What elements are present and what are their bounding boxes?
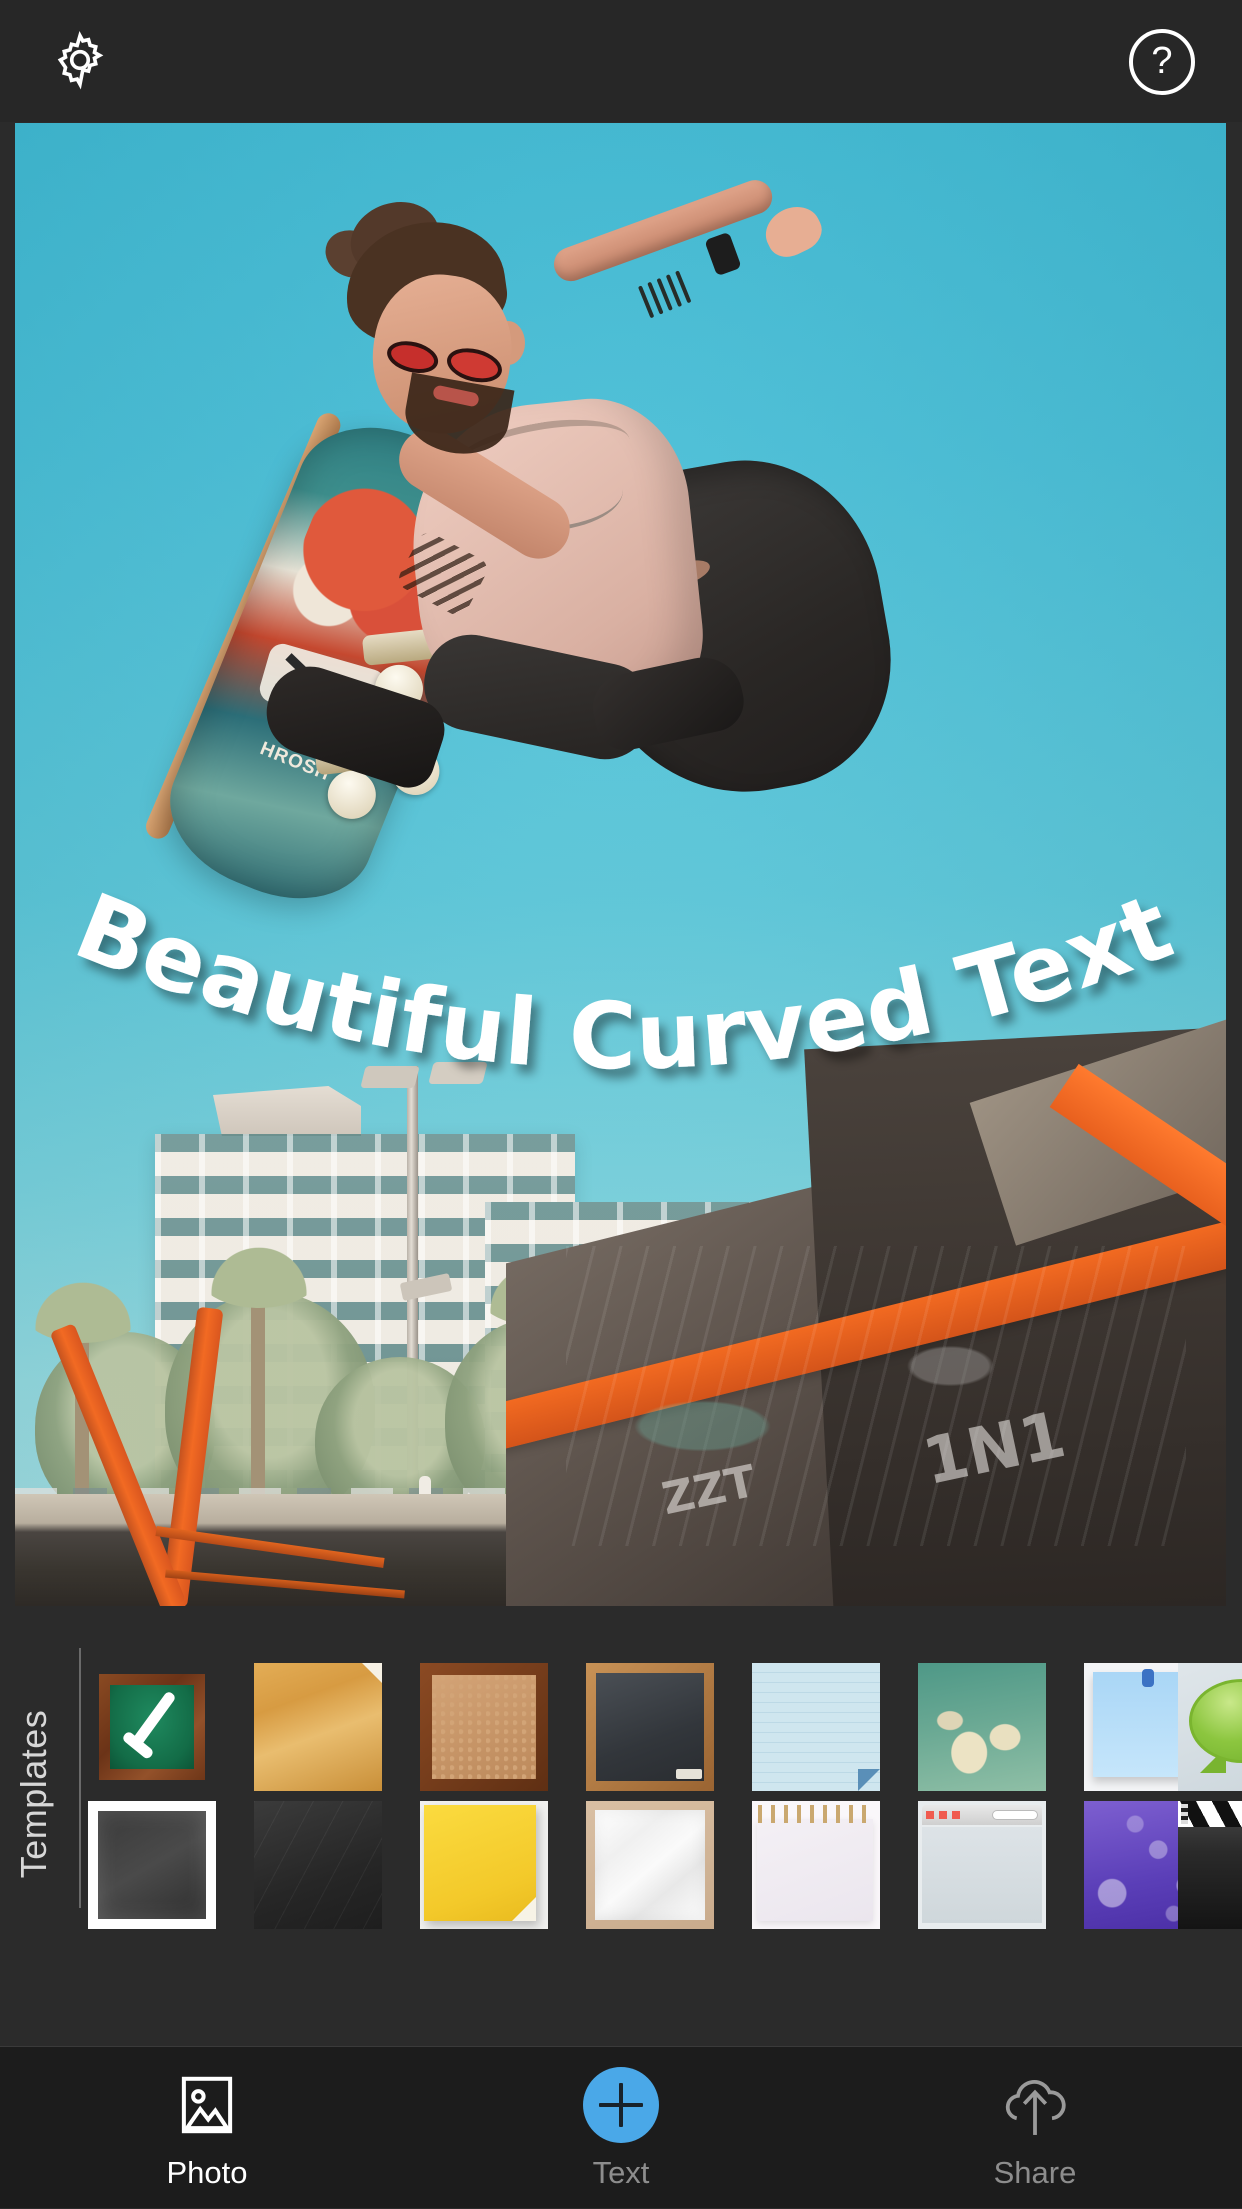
template-thumb-vintage-sky[interactable] xyxy=(918,1663,1046,1791)
skate-ramp: 1N1 ZZT xyxy=(506,1006,1226,1606)
template-thumb-old-gold-parchment[interactable] xyxy=(254,1663,382,1791)
cloud-upload-icon xyxy=(994,2065,1076,2145)
selected-check-icon xyxy=(118,1702,183,1744)
template-thumb-film-clapperboard[interactable] xyxy=(1178,1801,1242,1929)
settings-button[interactable] xyxy=(42,24,118,100)
templates-divider xyxy=(79,1648,81,1908)
template-thumb-speech-bubble[interactable] xyxy=(1178,1663,1242,1791)
bottom-nav-bar: Photo Text Share xyxy=(0,2046,1242,2208)
nav-item-text[interactable]: Text xyxy=(414,2047,828,2209)
template-thumb-black-chalkboard[interactable] xyxy=(586,1663,714,1791)
pin-icon xyxy=(1142,1669,1154,1687)
background-photo: 1N1 ZZT HROSH Beautiful Curved Text xyxy=(15,123,1226,1606)
photo-canvas[interactable]: 1N1 ZZT HROSH Beautiful Curved Text xyxy=(15,123,1226,1606)
nav-label-text: Text xyxy=(592,2155,650,2190)
help-glyph: ? xyxy=(1151,39,1173,82)
templates-row xyxy=(88,1663,1242,1791)
photo-image-icon xyxy=(170,2065,244,2145)
help-button[interactable]: ? xyxy=(1124,24,1200,100)
templates-panel: Templates xyxy=(0,1606,1242,2046)
template-thumb-yellow-sticky-note[interactable] xyxy=(420,1801,548,1929)
nav-label-photo: Photo xyxy=(166,2155,248,2190)
nav-item-share[interactable]: Share xyxy=(828,2047,1242,2209)
top-bar: ? xyxy=(0,0,1242,122)
template-thumb-mac-window[interactable] xyxy=(918,1801,1046,1929)
plus-circle-icon xyxy=(583,2065,659,2145)
template-thumb-green-chalkboard[interactable] xyxy=(88,1663,216,1791)
gear-icon xyxy=(49,29,111,96)
templates-grid[interactable] xyxy=(88,1634,1242,1929)
template-thumb-spiral-notepad[interactable] xyxy=(752,1801,880,1929)
orange-a-frame-rail xyxy=(49,1306,335,1606)
templates-label: Templates xyxy=(13,1709,54,1879)
template-thumb-grunge-border[interactable] xyxy=(88,1801,216,1929)
nav-label-share: Share xyxy=(993,2155,1077,2190)
skatepark-scene: 1N1 ZZT xyxy=(15,1016,1226,1606)
skateboarder xyxy=(255,175,912,853)
template-thumb-lined-paper[interactable] xyxy=(752,1663,880,1791)
template-thumb-cork-board[interactable] xyxy=(420,1663,548,1791)
graffiti xyxy=(566,1246,1186,1546)
template-thumb-crumpled-paper[interactable] xyxy=(586,1801,714,1929)
nav-item-photo[interactable]: Photo xyxy=(0,2047,414,2209)
help-circle-icon: ? xyxy=(1129,29,1195,95)
template-thumb-dark-chalkboard[interactable] xyxy=(254,1801,382,1929)
templates-row xyxy=(88,1801,1242,1929)
